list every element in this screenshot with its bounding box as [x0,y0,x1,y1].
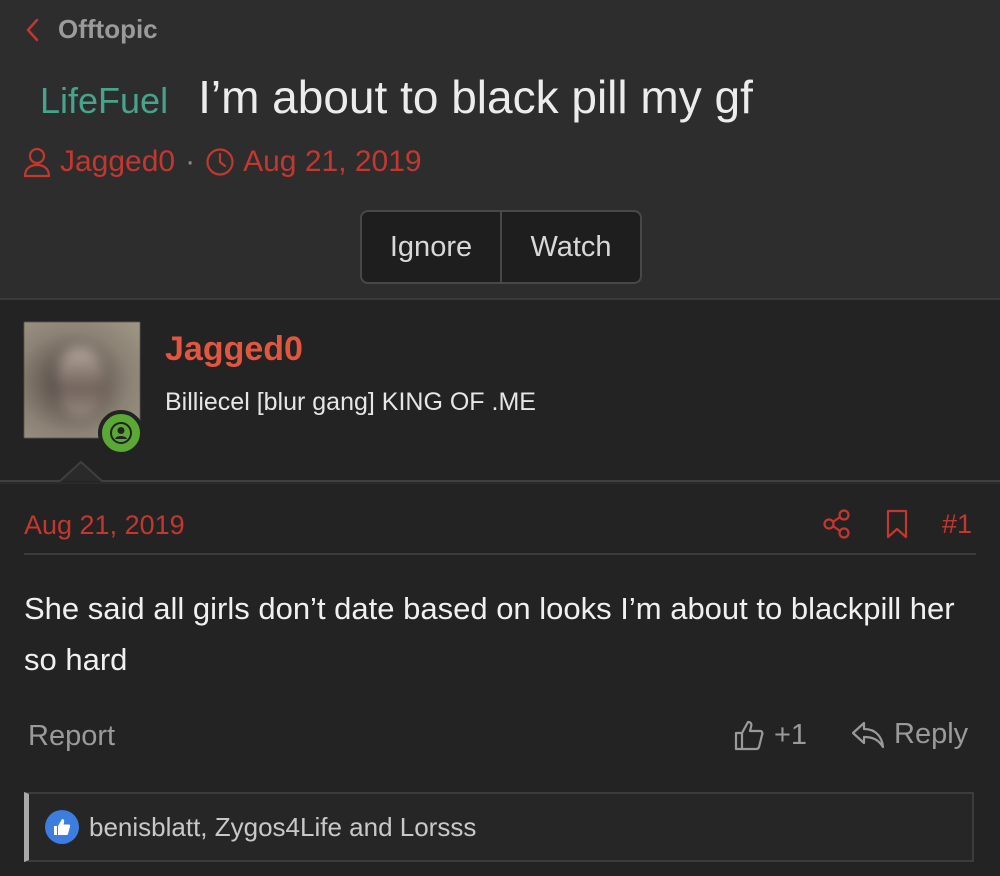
like-count: +1 [774,718,808,751]
user-title: Billiecel [blur gang] KING OF .ME [165,388,536,416]
reply-label: Reply [894,718,969,750]
thread-actions: Ignore Watch [360,210,642,284]
breadcrumb[interactable]: Offtopic [22,14,158,45]
meta-separator: · [185,145,196,178]
thread-author[interactable]: Jagged0 [60,145,175,179]
user-icon [23,147,51,178]
like-reaction-icon [45,810,79,844]
post-divider [0,460,1000,484]
share-icon[interactable] [822,508,852,540]
post-username[interactable]: Jagged0 [165,330,303,369]
thread-header: Offtopic LifeFuel I’m about to black pil… [0,0,1000,300]
page-title: I’m about to black pill my gf [198,71,753,123]
watch-button[interactable]: Watch [500,212,640,282]
like-reaction-glyph [54,819,71,835]
bookmark-icon[interactable] [882,508,912,540]
ignore-button[interactable]: Ignore [362,212,500,282]
post-tools: #1 [822,508,972,540]
reply-button[interactable]: Reply [850,718,968,751]
reactions-text[interactable]: benisblatt, Zygos4Life and Lorsss [89,812,476,843]
breadcrumb-label[interactable]: Offtopic [58,14,158,45]
thread-title-row: LifeFuel I’m about to black pill my gf [40,70,753,124]
reply-icon [851,721,885,748]
reactions-bar[interactable]: benisblatt, Zygos4Life and Lorsss [24,792,974,862]
like-button[interactable]: +1 [732,718,807,752]
thread-meta: Jagged0 · Aug 21, 2019 [22,145,422,179]
report-button[interactable]: Report [28,720,115,753]
thread-prefix[interactable]: LifeFuel [40,80,168,122]
thumbs-up-icon [734,720,764,751]
post-body: She said all girls don’t date based on l… [24,591,955,677]
online-status-icon [98,410,144,456]
online-user-glyph [110,422,132,444]
thread-date[interactable]: Aug 21, 2019 [243,145,422,179]
post-header-divider [24,553,976,555]
post-number-link[interactable]: #1 [942,509,972,540]
post-date[interactable]: Aug 21, 2019 [24,510,185,541]
clock-icon [206,148,234,176]
chevron-left-icon [26,18,39,41]
avatar-image [56,347,104,417]
